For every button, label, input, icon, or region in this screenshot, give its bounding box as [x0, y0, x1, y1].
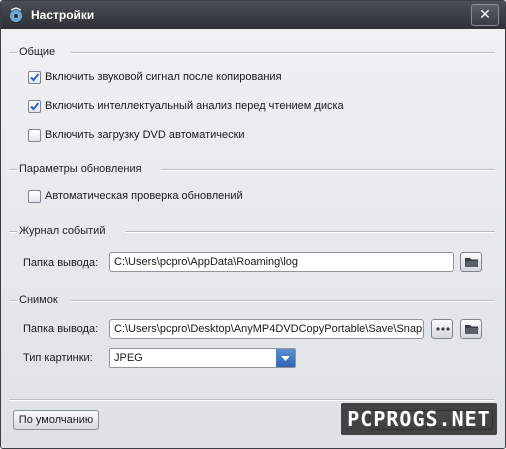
checkmark-icon: [30, 102, 40, 111]
image-type-select[interactable]: JPEG: [109, 348, 296, 368]
log-output-label: Папка вывода:: [23, 257, 99, 269]
auto-update-checkbox[interactable]: [28, 190, 41, 203]
update-separator-left: [9, 169, 17, 171]
snapshot-separator-left: [9, 300, 17, 302]
settings-panel: Общие Включить звуковой сигнал после коп…: [1, 29, 505, 448]
snapshot-browse-folder-button[interactable]: [460, 319, 482, 339]
log-separator-left: [9, 231, 17, 233]
snapshot-output-label: Папка вывода:: [23, 323, 99, 335]
beep-label: Включить звуковой сигнал после копирован…: [45, 71, 282, 83]
snapshot-section-title: Снимок: [19, 294, 58, 306]
image-type-label: Тип картинки:: [23, 352, 93, 364]
update-separator: [161, 169, 495, 171]
snapshot-separator: [71, 300, 495, 302]
settings-window: Настройки ✕ Общие Включить звуковой сигн…: [0, 0, 506, 449]
autoload-dvd-checkbox[interactable]: [28, 129, 41, 142]
smart-analysis-label: Включить интеллектуальный анализ перед ч…: [45, 100, 344, 112]
autoload-dvd-label: Включить загрузку DVD автоматически: [45, 129, 245, 141]
smart-analysis-checkbox[interactable]: [28, 100, 41, 113]
log-browse-folder-button[interactable]: [460, 252, 482, 272]
watermark-overlay: PCPROGS.NET: [341, 403, 497, 435]
folder-icon: [465, 258, 479, 267]
default-button[interactable]: По умолчанию: [13, 410, 99, 430]
log-output-path-input[interactable]: C:\Users\pcpro\AppData\Roaming\log: [109, 252, 454, 272]
image-type-value: JPEG: [114, 352, 143, 364]
footer-separator: [9, 399, 495, 401]
snapshot-output-path-input[interactable]: C:\Users\pcpro\Desktop\AnyMP4DVDCopyPort…: [109, 319, 424, 339]
log-separator: [125, 231, 495, 233]
snapshot-open-folder-button[interactable]: [431, 319, 453, 339]
general-separator-left: [9, 52, 17, 54]
folder-icon: [465, 325, 479, 334]
general-section-title: Общие: [19, 46, 56, 58]
update-section-title: Параметры обновления: [19, 163, 142, 175]
beep-checkbox[interactable]: [28, 71, 41, 84]
log-section-title: Журнал событий: [19, 225, 106, 237]
close-icon: ✕: [479, 6, 491, 22]
dvd-app-icon: [8, 7, 24, 23]
checkmark-icon: [30, 73, 40, 82]
general-separator: [71, 52, 495, 54]
ellipsis-icon: [436, 327, 450, 331]
close-button[interactable]: ✕: [471, 4, 499, 26]
title-bar[interactable]: Настройки ✕: [1, 1, 505, 29]
window-title: Настройки: [31, 8, 95, 22]
chevron-down-icon[interactable]: [276, 349, 295, 367]
auto-update-label: Автоматическая проверка обновлений: [45, 190, 243, 202]
